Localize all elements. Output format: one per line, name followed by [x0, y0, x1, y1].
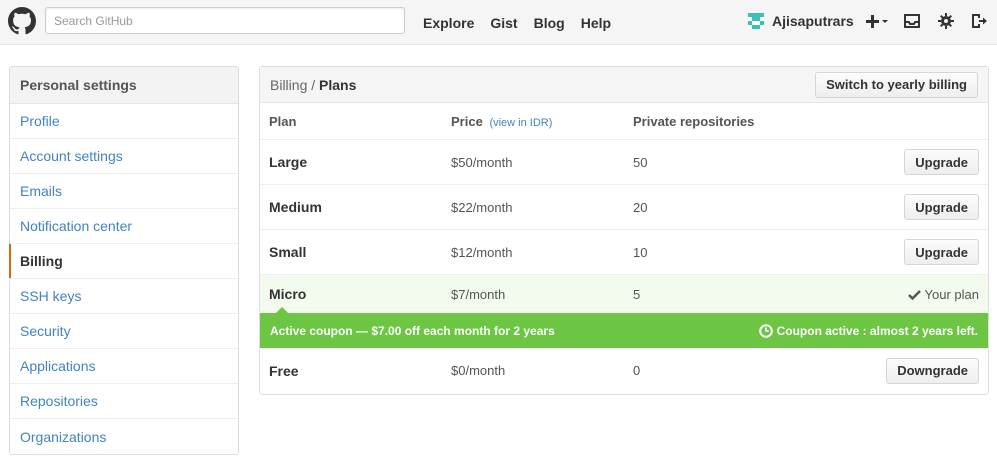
plan-repos: 20	[633, 199, 648, 215]
nav-gist[interactable]: Gist	[490, 15, 517, 31]
settings-sidebar: Personal settings Profile Account settin…	[9, 66, 239, 455]
table-row: Small $12/month 10 Upgrade	[260, 230, 988, 275]
sign-out-icon[interactable]	[969, 12, 989, 30]
nav-help[interactable]: Help	[581, 15, 611, 31]
column-private-repos: Private repositories	[633, 113, 755, 129]
plan-name: Micro	[269, 286, 307, 302]
check-icon	[907, 289, 921, 300]
your-plan-label: Your plan	[924, 286, 979, 302]
sidebar-item-organizations[interactable]: Organizations	[10, 419, 238, 454]
switch-yearly-billing-button[interactable]: Switch to yearly billing	[815, 71, 978, 98]
sidebar-item-emails[interactable]: Emails	[10, 174, 238, 209]
billing-plans-panel: Billing / Plans Switch to yearly billing…	[259, 66, 989, 395]
sidebar-item-repositories[interactable]: Repositories	[10, 384, 238, 419]
plan-price: $22/month	[451, 199, 513, 215]
column-price: Price (view in IDR)	[451, 114, 552, 129]
gear-icon[interactable]	[936, 12, 956, 30]
search-input[interactable]	[45, 7, 405, 34]
username: Ajisaputrars	[772, 13, 854, 29]
clock-icon	[758, 323, 773, 338]
upgrade-button[interactable]: Upgrade	[904, 194, 979, 220]
your-plan-indicator: Your plan	[907, 286, 979, 302]
sidebar-item-billing[interactable]: Billing	[9, 244, 238, 279]
nav-explore[interactable]: Explore	[423, 15, 474, 31]
sidebar-item-applications[interactable]: Applications	[10, 349, 238, 384]
plan-name: Free	[269, 362, 299, 379]
sidebar-item-security[interactable]: Security	[10, 314, 238, 349]
sidebar-item-account-settings[interactable]: Account settings	[10, 139, 238, 174]
site-header: Explore Gist Blog Help Ajisaputrars	[0, 0, 997, 45]
plan-price: $0/month	[451, 363, 506, 378]
plan-name: Large	[269, 154, 308, 170]
breadcrumb: Billing / Plans	[270, 77, 356, 93]
plan-repos: 10	[633, 244, 648, 260]
plan-price: $12/month	[451, 244, 513, 260]
table-row: Large $50/month 50 Upgrade	[260, 140, 988, 185]
coupon-status: Coupon active : almost 2 years left.	[758, 323, 978, 338]
top-nav: Explore Gist Blog Help	[423, 0, 627, 45]
coupon-banner: Active coupon — $7.00 off each month for…	[260, 307, 988, 348]
table-row: Medium $22/month 20 Upgrade	[260, 185, 988, 230]
plan-name: Medium	[269, 199, 322, 215]
coupon-status-label: Coupon active : almost 2 years left.	[776, 323, 978, 338]
plan-price: $50/month	[451, 154, 513, 170]
panel-header: Billing / Plans Switch to yearly billing	[260, 67, 988, 103]
table-row-current-plan: Micro $7/month 5 Your plan	[260, 275, 988, 313]
plan-price: $7/month	[451, 286, 506, 302]
coupon-text: Active coupon — $7.00 off each month for…	[270, 323, 555, 338]
upgrade-button[interactable]: Upgrade	[904, 149, 979, 175]
sidebar-item-profile[interactable]: Profile	[10, 104, 238, 139]
sidebar-title: Personal settings	[10, 67, 238, 104]
table-header: Plan Price (view in IDR) Private reposit…	[260, 103, 988, 140]
sidebar-item-notification-center[interactable]: Notification center	[10, 209, 238, 244]
inbox-icon[interactable]	[902, 12, 922, 30]
plan-repos: 50	[633, 154, 648, 170]
view-in-idr-link[interactable]: (view in IDR)	[489, 117, 552, 129]
breadcrumb-billing[interactable]: Billing	[270, 77, 307, 93]
nav-blog[interactable]: Blog	[534, 15, 565, 31]
downgrade-button[interactable]: Downgrade	[886, 357, 979, 384]
plan-name: Small	[269, 244, 307, 260]
plan-repos: 5	[633, 286, 641, 302]
column-plan: Plan	[269, 113, 297, 129]
column-price-label: Price	[451, 113, 483, 129]
github-logo-icon[interactable]	[8, 7, 36, 35]
breadcrumb-plans: Plans	[319, 76, 357, 93]
breadcrumb-separator: /	[311, 76, 316, 93]
table-row: Free $0/month 0 Downgrade	[260, 348, 988, 393]
create-new-icon[interactable]	[865, 12, 889, 30]
upgrade-button[interactable]: Upgrade	[904, 239, 979, 265]
avatar	[748, 13, 764, 29]
sidebar-item-ssh-keys[interactable]: SSH keys	[10, 279, 238, 314]
plan-repos: 0	[633, 363, 641, 378]
user-menu[interactable]: Ajisaputrars	[748, 11, 854, 31]
